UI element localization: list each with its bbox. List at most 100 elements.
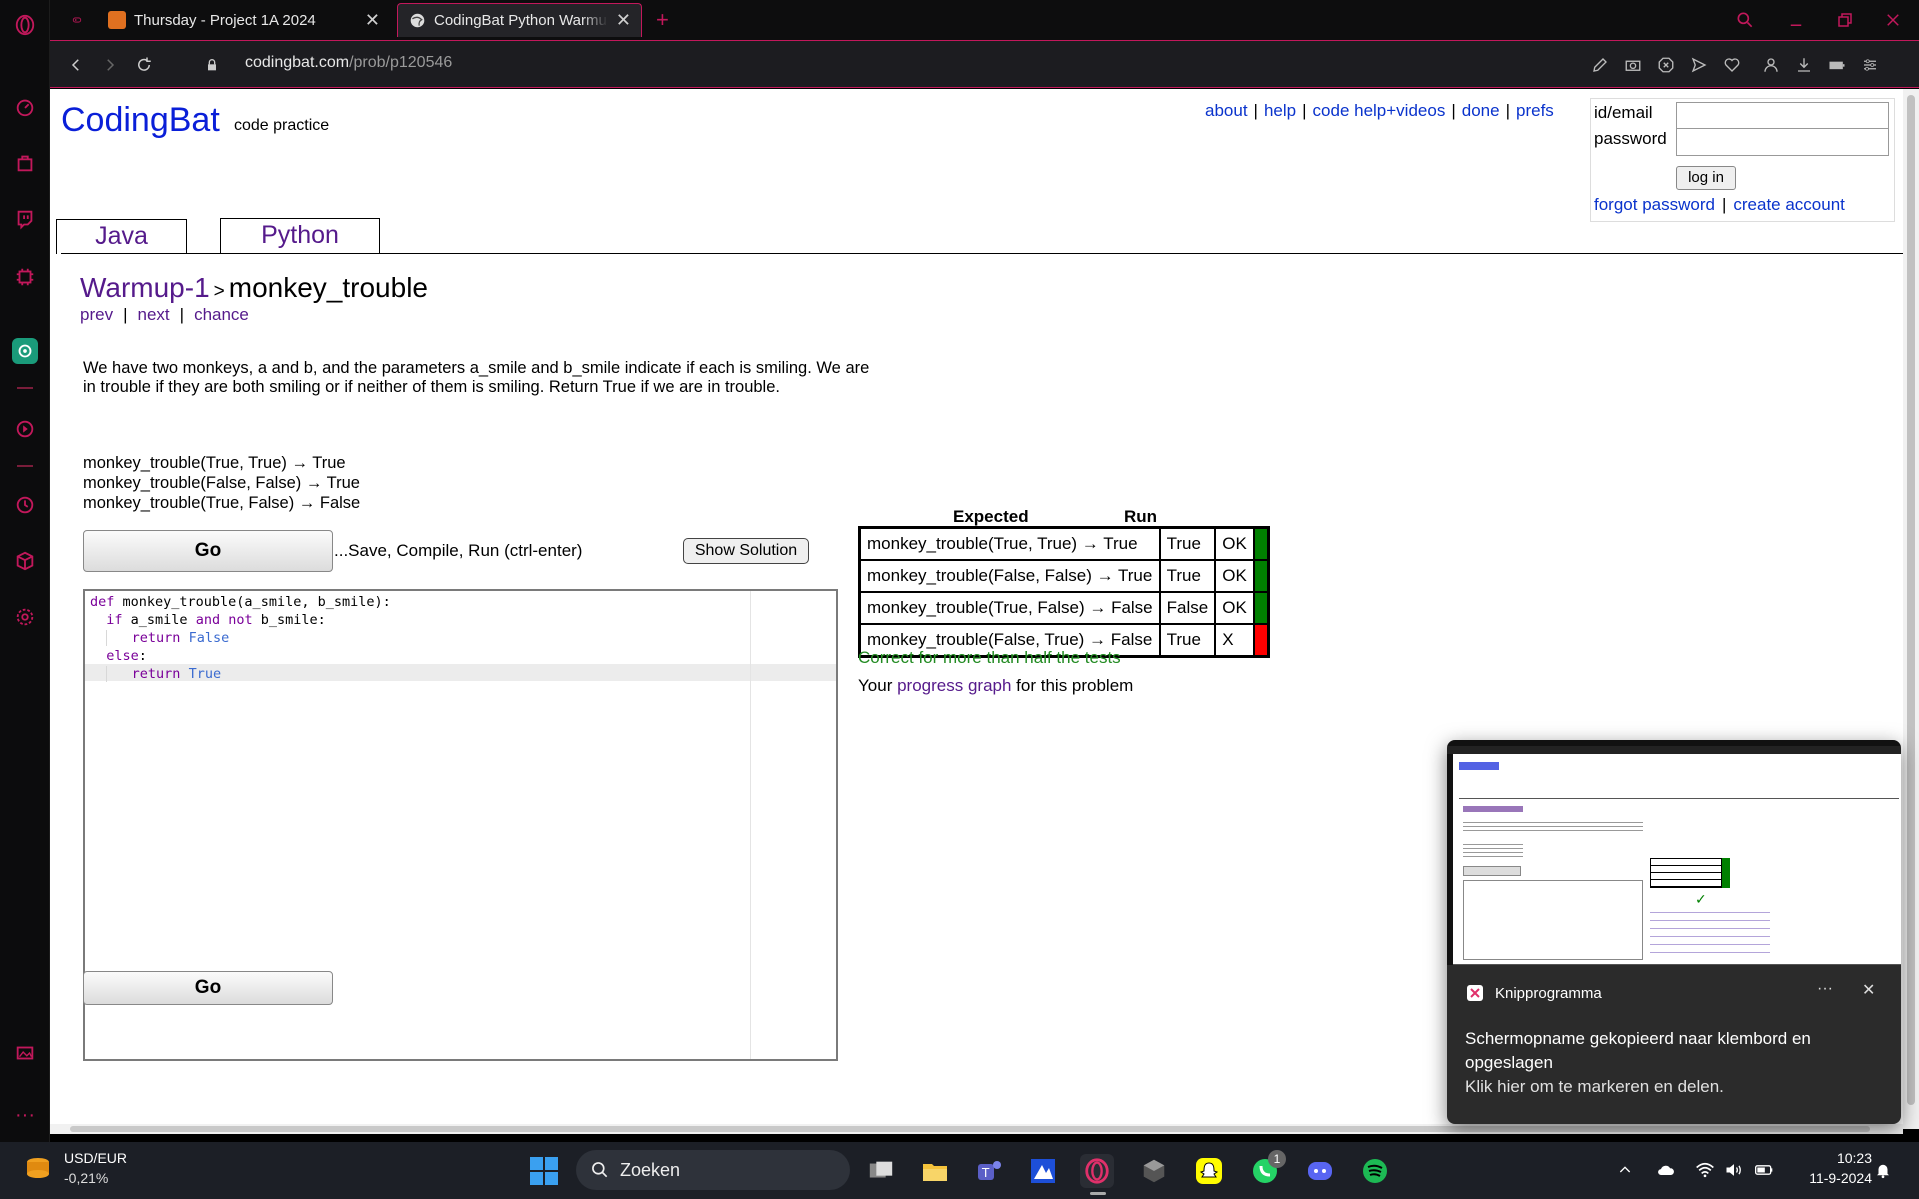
section-link[interactable]: Warmup-1 [80, 272, 210, 303]
wallpaper-icon[interactable] [12, 1040, 38, 1066]
forward-icon[interactable] [98, 53, 122, 77]
close-notification-icon[interactable]: ✕ [1862, 980, 1875, 1000]
reload-icon[interactable] [132, 53, 156, 77]
progress-graph-link[interactable]: progress graph [897, 676, 1011, 695]
next-link[interactable]: next [138, 305, 170, 324]
edit-icon[interactable] [1589, 54, 1611, 76]
more-options-icon[interactable]: ··· [1817, 980, 1833, 998]
gamepad-icon[interactable] [62, 3, 92, 37]
chevron-up-icon[interactable] [1613, 1157, 1637, 1183]
send-icon[interactable] [1688, 54, 1710, 76]
scrollbar-thumb[interactable] [1907, 95, 1915, 1105]
close-tab-icon[interactable]: ✕ [616, 10, 631, 31]
chip-icon[interactable] [12, 264, 38, 290]
settings-icon[interactable] [12, 604, 38, 630]
login-button[interactable]: log in [1676, 166, 1736, 190]
snapchat-icon[interactable] [1192, 1154, 1226, 1188]
back-icon[interactable] [64, 53, 88, 77]
code-token: return [131, 666, 181, 682]
tab-java[interactable]: Java [56, 219, 187, 254]
prev-link[interactable]: prev [80, 305, 113, 324]
profile-icon[interactable] [1760, 54, 1782, 76]
notification-action[interactable]: Klik hier om te markeren en delen. [1465, 1075, 1885, 1099]
taskbar-search[interactable]: Zoeken [576, 1150, 850, 1190]
speed-dial-icon[interactable] [12, 94, 38, 120]
restore-icon[interactable] [1830, 6, 1860, 34]
prefs-link[interactable]: prefs [1516, 101, 1554, 120]
about-link[interactable]: about [1205, 101, 1248, 120]
download-icon[interactable] [1793, 54, 1815, 76]
tab-codingbat[interactable]: CodingBat Python Warmup ✕ [397, 3, 642, 37]
task-view-icon[interactable] [864, 1154, 898, 1188]
url-field[interactable]: codingbat.com/prob/p120546 [245, 54, 452, 72]
wifi-icon[interactable] [1693, 1157, 1717, 1183]
codingbat-logo[interactable]: CodingBat [61, 101, 220, 140]
twitch-icon[interactable] [12, 206, 38, 232]
snip-notification[interactable]: ✓ Knipprogramma ··· ✕ Schermopname gekop… [1447, 740, 1901, 1124]
password-input[interactable] [1676, 128, 1889, 156]
history-icon[interactable] [12, 492, 38, 518]
chatgpt-icon[interactable] [12, 338, 38, 364]
spotify-icon[interactable] [1358, 1154, 1392, 1188]
vertical-scrollbar[interactable] [1903, 89, 1919, 1129]
windows-start-icon[interactable] [527, 1154, 561, 1188]
new-tab-button[interactable]: + [646, 3, 680, 37]
easy-setup-icon[interactable] [1859, 54, 1881, 76]
scrollbar-thumb[interactable] [70, 1126, 1870, 1132]
player-icon[interactable] [12, 416, 38, 442]
tab-python[interactable]: Python [220, 218, 380, 254]
clock-date[interactable]: 11-9-2024 [1778, 1170, 1872, 1186]
screen: ··· Thursday - Project 1A 2024 ✕ CodingB… [0, 0, 1919, 1199]
pass-indicator [1253, 528, 1268, 560]
done-link[interactable]: done [1462, 101, 1500, 120]
photo-app-icon[interactable] [1026, 1154, 1060, 1188]
create-account-link[interactable]: create account [1733, 195, 1845, 214]
chance-link[interactable]: chance [194, 305, 249, 324]
show-solution-button[interactable]: Show Solution [683, 538, 809, 564]
stock-widget-icon[interactable] [24, 1154, 52, 1184]
help-link[interactable]: help [1264, 101, 1296, 120]
forgot-password-link[interactable]: forgot password [1594, 195, 1715, 214]
screenshot-preview[interactable]: ✓ [1447, 740, 1901, 965]
minimize-icon[interactable] [1781, 6, 1811, 34]
notification-bell-icon[interactable] [1871, 1157, 1895, 1183]
go-button-bottom[interactable]: Go [83, 971, 333, 1005]
battery-saver-icon[interactable] [1826, 54, 1848, 76]
box-icon[interactable] [12, 548, 38, 574]
opera-sidebar: ··· [0, 0, 50, 1142]
more-icon[interactable]: ··· [12, 1102, 38, 1128]
clock-time[interactable]: 10:23 [1778, 1150, 1872, 1166]
unity-icon[interactable] [1137, 1154, 1171, 1188]
code-token: def [90, 594, 115, 610]
go-button[interactable]: Go [83, 530, 333, 572]
run-cell: True [1159, 528, 1216, 560]
close-tab-icon[interactable]: ✕ [365, 10, 380, 31]
tab-label: CodingBat Python Warmup [434, 12, 608, 29]
discord-icon[interactable] [1303, 1154, 1337, 1188]
horizontal-scrollbar[interactable] [50, 1124, 1903, 1134]
id-email-input[interactable] [1676, 102, 1889, 130]
battery-icon[interactable] [1752, 1157, 1776, 1183]
example-line: monkey_trouble(False, False) → True [83, 474, 360, 492]
camera-icon[interactable] [1622, 54, 1644, 76]
opera-taskbar-icon[interactable] [1080, 1154, 1114, 1188]
file-explorer-icon[interactable] [918, 1154, 952, 1188]
example-line: monkey_trouble(True, False) → False [83, 494, 361, 512]
close-window-icon[interactable] [1878, 6, 1908, 34]
adblock-icon[interactable] [1655, 54, 1677, 76]
result-summary: Correct for more than half the tests [858, 648, 1121, 667]
tab-thursday[interactable]: Thursday - Project 1A 2024 ✕ [98, 3, 390, 37]
code-text[interactable]: def monkey_trouble(a_smile, b_smile): if… [90, 593, 391, 683]
search-tabs-icon[interactable] [1730, 6, 1760, 34]
heart-icon[interactable] [1721, 54, 1743, 76]
notification-message: Schermopname gekopieerd naar klembord en… [1465, 1027, 1885, 1099]
cloud-icon[interactable] [1654, 1157, 1678, 1183]
code-help-link[interactable]: code help+videos [1313, 101, 1446, 120]
volume-icon[interactable] [1722, 1157, 1746, 1183]
lock-icon[interactable] [200, 53, 224, 77]
shopping-bag-icon[interactable] [12, 150, 38, 176]
opera-menu-icon[interactable] [12, 12, 38, 38]
table-row: monkey_trouble(True, False) → False Fals… [860, 592, 1268, 624]
teams-icon[interactable]: T [972, 1154, 1006, 1188]
